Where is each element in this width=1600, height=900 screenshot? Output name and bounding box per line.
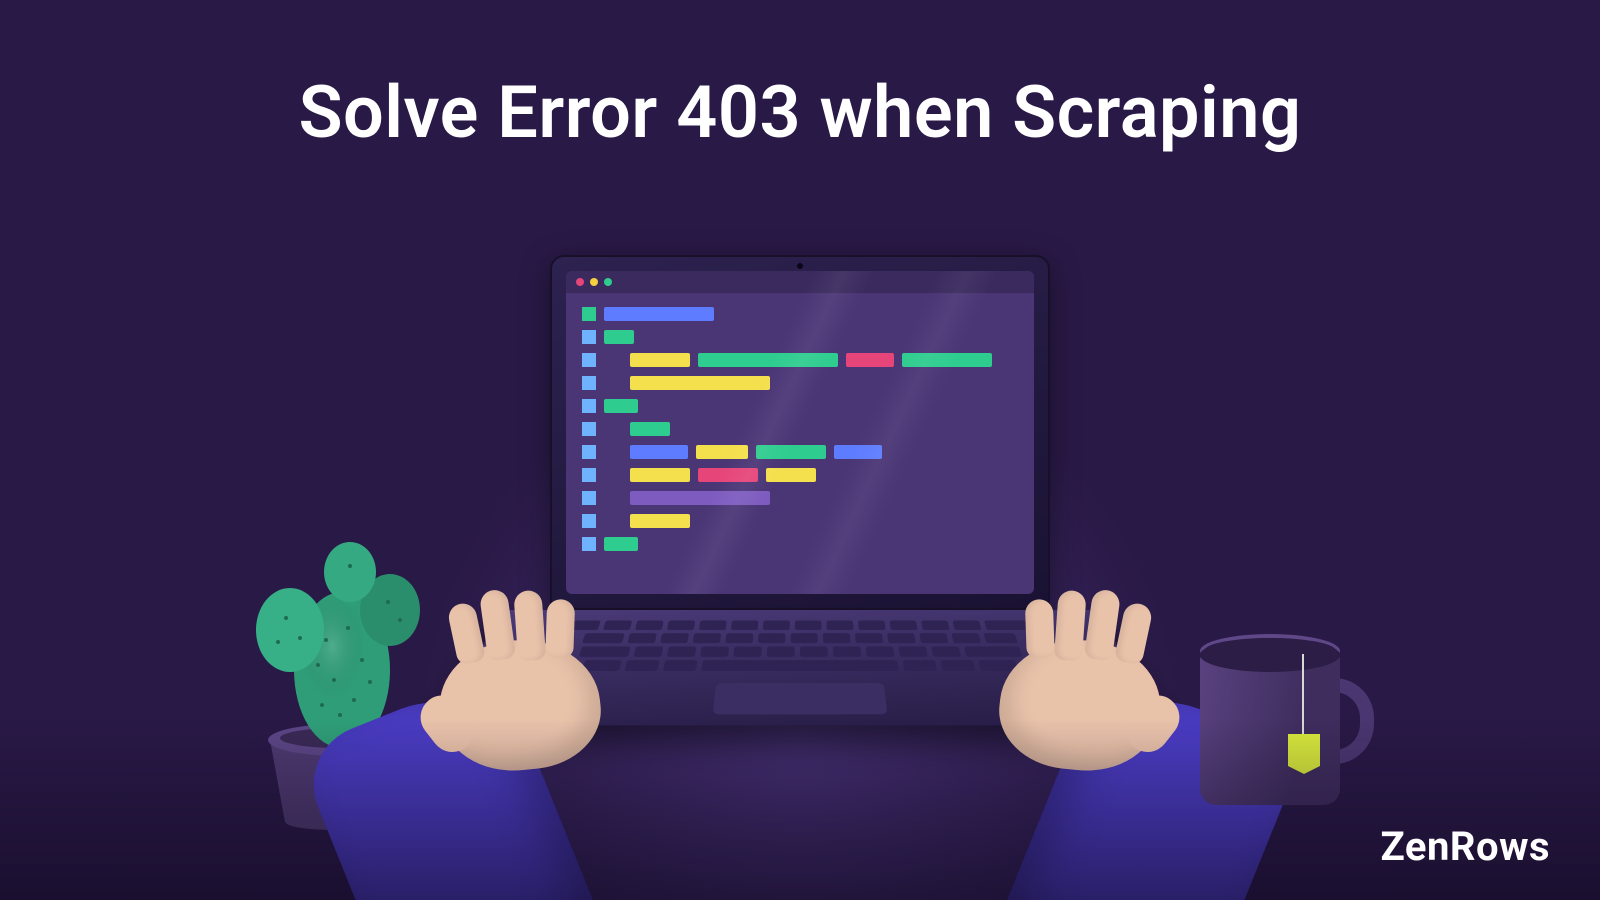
trackpad [713, 683, 888, 714]
code-editor-illustration [566, 293, 1034, 565]
mug-illustration [1200, 630, 1370, 805]
window-titlebar [566, 271, 1034, 293]
close-icon [576, 278, 584, 286]
laptop-screen [566, 271, 1034, 594]
teabag-string [1302, 654, 1304, 740]
mug-liquid [1200, 638, 1340, 672]
laptop-lid [550, 255, 1050, 610]
keyboard-keys [542, 620, 1058, 671]
teabag-tag-icon [1288, 734, 1320, 774]
minimize-icon [590, 278, 598, 286]
mug-body [1200, 650, 1340, 805]
page-title: Solve Error 403 when Scraping [0, 70, 1600, 155]
left-arm-illustration [300, 660, 600, 900]
camera-dot-icon [797, 263, 803, 269]
brand-logo: ZenRows [1380, 823, 1550, 870]
zoom-icon [604, 278, 612, 286]
